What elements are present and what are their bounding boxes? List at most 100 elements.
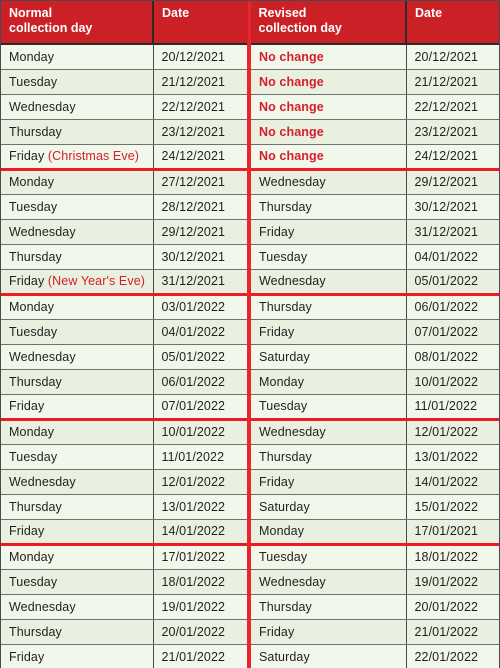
cell-normal-date: 19/01/2022 — [153, 594, 250, 620]
cell-normal-collection-day: Friday (New Year's Eve) — [1, 269, 154, 296]
normal-day-label: Monday — [9, 49, 55, 64]
normal-day-label: Wednesday — [9, 474, 76, 489]
collection-schedule-container: Normal collection day Date Revised colle… — [0, 0, 500, 668]
column-header-normal-date: Date — [153, 1, 250, 45]
table-row: Tuesday 18/01/2022 Wednesday 19/01/2022 — [1, 569, 499, 595]
cell-normal-date: 10/01/2022 — [153, 419, 250, 445]
cell-revised-collection-day: No change — [247, 144, 407, 171]
normal-day-label: Friday — [9, 524, 45, 538]
table-row: Thursday 13/01/2022 Saturday 15/01/2022 — [1, 494, 499, 520]
collection-schedule-table: Normal collection day Date Revised colle… — [1, 1, 499, 668]
table-row: Friday 14/01/2022 Monday 17/01/2021 — [1, 519, 499, 546]
normal-day-label: Tuesday — [9, 324, 58, 339]
cell-normal-date: 21/12/2021 — [153, 69, 250, 95]
normal-day-label: Thursday — [9, 124, 62, 139]
normal-day-label: Thursday — [9, 624, 62, 639]
cell-revised-collection-day: Saturday — [247, 644, 407, 668]
cell-revised-collection-day: Tuesday — [247, 244, 407, 270]
normal-day-label: Friday — [9, 399, 45, 413]
cell-revised-collection-day: Friday — [247, 219, 407, 245]
table-row: Monday 10/01/2022 Wednesday 12/01/2022 — [1, 419, 499, 445]
table-row: Monday 03/01/2022 Thursday 06/01/2022 — [1, 294, 499, 320]
normal-day-label: Wednesday — [9, 99, 76, 114]
cell-revised-date: 07/01/2022 — [406, 319, 499, 345]
cell-revised-collection-day: Wednesday — [247, 269, 407, 296]
table-row: Thursday 06/01/2022 Monday 10/01/2022 — [1, 369, 499, 395]
cell-revised-date: 13/01/2022 — [406, 444, 499, 470]
cell-revised-date: 23/12/2021 — [406, 119, 499, 145]
cell-normal-collection-day: Thursday — [1, 244, 154, 270]
table-row: Wednesday 05/01/2022 Saturday 08/01/2022 — [1, 344, 499, 370]
normal-day-label: Tuesday — [9, 574, 58, 589]
table-row: Thursday 23/12/2021 No change 23/12/2021 — [1, 119, 499, 145]
header-line-1: Normal — [9, 6, 53, 20]
cell-revised-date: 14/01/2022 — [406, 469, 499, 495]
cell-normal-collection-day: Thursday — [1, 369, 154, 395]
cell-normal-collection-day: Monday — [1, 44, 154, 70]
cell-revised-date: 11/01/2022 — [406, 394, 499, 421]
cell-normal-collection-day: Tuesday — [1, 444, 154, 470]
cell-normal-date: 21/01/2022 — [153, 644, 250, 668]
table-row: Tuesday 21/12/2021 No change 21/12/2021 — [1, 69, 499, 95]
cell-revised-collection-day: Wednesday — [247, 169, 407, 195]
cell-normal-collection-day: Tuesday — [1, 569, 154, 595]
table-row: Tuesday 28/12/2021 Thursday 30/12/2021 — [1, 194, 499, 220]
cell-revised-collection-day: No change — [247, 119, 407, 145]
header-line-1: Date — [415, 6, 443, 20]
table-row: Monday 27/12/2021 Wednesday 29/12/2021 — [1, 169, 499, 195]
cell-normal-collection-day: Monday — [1, 419, 154, 445]
cell-revised-collection-day: Saturday — [247, 494, 407, 520]
cell-normal-collection-day: Friday — [1, 519, 154, 546]
table-row: Tuesday 04/01/2022 Friday 07/01/2022 — [1, 319, 499, 345]
column-header-normal-collection-day: Normal collection day — [1, 1, 154, 45]
cell-revised-date: 06/01/2022 — [406, 294, 499, 320]
cell-revised-collection-day: Tuesday — [247, 394, 407, 421]
cell-revised-date: 15/01/2022 — [406, 494, 499, 520]
normal-day-label: Friday — [9, 149, 45, 163]
cell-normal-date: 07/01/2022 — [153, 394, 250, 421]
cell-normal-date: 24/12/2021 — [153, 144, 250, 171]
cell-normal-date: 04/01/2022 — [153, 319, 250, 345]
cell-normal-collection-day: Tuesday — [1, 319, 154, 345]
cell-revised-collection-day: Tuesday — [247, 544, 407, 570]
cell-normal-date: 29/12/2021 — [153, 219, 250, 245]
cell-revised-date: 30/12/2021 — [406, 194, 499, 220]
table-row: Wednesday 12/01/2022 Friday 14/01/2022 — [1, 469, 499, 495]
cell-normal-date: 14/01/2022 — [153, 519, 250, 546]
table-header: Normal collection day Date Revised colle… — [1, 1, 499, 45]
cell-normal-date: 13/01/2022 — [153, 494, 250, 520]
cell-normal-collection-day: Friday — [1, 394, 154, 421]
cell-normal-date: 20/01/2022 — [153, 619, 250, 645]
cell-revised-collection-day: No change — [247, 44, 407, 70]
normal-day-label: Wednesday — [9, 224, 76, 239]
cell-normal-date: 30/12/2021 — [153, 244, 250, 270]
normal-day-label: Thursday — [9, 249, 62, 264]
normal-day-label: Thursday — [9, 499, 62, 514]
cell-revised-date: 18/01/2022 — [406, 544, 499, 570]
cell-revised-date: 19/01/2022 — [406, 569, 499, 595]
cell-revised-date: 08/01/2022 — [406, 344, 499, 370]
cell-normal-collection-day: Wednesday — [1, 344, 154, 370]
cell-normal-date: 03/01/2022 — [153, 294, 250, 320]
cell-normal-date: 17/01/2022 — [153, 544, 250, 570]
cell-revised-collection-day: Thursday — [247, 594, 407, 620]
cell-revised-date: 10/01/2022 — [406, 369, 499, 395]
cell-normal-date: 27/12/2021 — [153, 169, 250, 195]
table-row: Wednesday 29/12/2021 Friday 31/12/2021 — [1, 219, 499, 245]
table-row: Tuesday 11/01/2022 Thursday 13/01/2022 — [1, 444, 499, 470]
table-row: Friday (New Year's Eve) 31/12/2021 Wednesd… — [1, 269, 499, 296]
cell-revised-collection-day: Friday — [247, 319, 407, 345]
cell-normal-date: 18/01/2022 — [153, 569, 250, 595]
normal-day-label: Monday — [9, 300, 55, 314]
cell-revised-collection-day: Friday — [247, 469, 407, 495]
cell-revised-date: 21/12/2021 — [406, 69, 499, 95]
table-row: Wednesday 22/12/2021 No change 22/12/2021 — [1, 94, 499, 120]
cell-normal-collection-day: Tuesday — [1, 69, 154, 95]
normal-day-label: Tuesday — [9, 449, 58, 464]
cell-normal-date: 11/01/2022 — [153, 444, 250, 470]
cell-normal-date: 28/12/2021 — [153, 194, 250, 220]
cell-normal-date: 20/12/2021 — [153, 44, 250, 70]
table-row: Thursday 20/01/2022 Friday 21/01/2022 — [1, 619, 499, 645]
cell-normal-collection-day: Thursday — [1, 619, 154, 645]
normal-day-label: Tuesday — [9, 74, 58, 89]
